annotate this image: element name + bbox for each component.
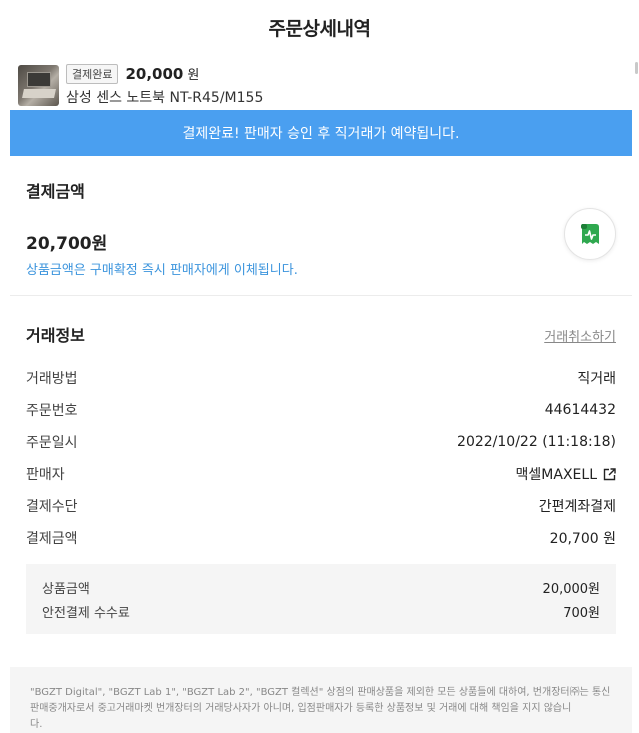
- deal-row-seller: 판매자 맥셀MAXELL: [26, 464, 616, 484]
- payment-title: 결제금액: [26, 182, 85, 201]
- deal-row-label: 주문일시: [26, 435, 78, 451]
- deal-row-pay-method: 결제수단 간편계좌결제: [26, 496, 616, 516]
- payment-note: 상품금액은 구매확정 즉시 판매자에게 이체됩니다.: [26, 263, 298, 278]
- status-banner: 결제완료! 판매자 승인 후 직거래가 예약됩니다.: [10, 110, 632, 156]
- deal-row-order-date: 주문일시 2022/10/22 (11:18:18): [26, 432, 616, 452]
- page-title: 주문상세내역: [268, 17, 371, 40]
- seller-link[interactable]: 맥셀MAXELL: [516, 464, 616, 484]
- payment-amount: 20,700원: [26, 234, 108, 254]
- deal-row-value: 간편계좌결제: [538, 499, 616, 515]
- deal-row-value: 44614432: [544, 402, 616, 418]
- deal-row-label: 거래방법: [26, 371, 78, 387]
- payment-section: 결제금액 20,700원 상품금액은 구매확정 즉시 판매자에게 이체됩니다.: [10, 156, 632, 296]
- deal-row-value: 20,700 원: [549, 531, 616, 547]
- deal-row-pay-amount: 결제금액 20,700 원: [26, 528, 616, 548]
- status-banner-text: 결제완료! 판매자 승인 후 직거래가 예약됩니다.: [182, 126, 460, 142]
- deal-row-label: 결제수단: [26, 499, 78, 515]
- status-badge: 결제완료: [66, 63, 119, 84]
- deal-row-label: 결제금액: [26, 531, 78, 547]
- fee-breakdown: 상품금액 20,000원 안전결제 수수료 700원: [26, 564, 616, 634]
- deal-row-method: 거래방법 직거래: [26, 368, 616, 388]
- disclaimer-line: 판매중개자로서 중고거래마켓 번개장터의 거래당사자가 아니며, 입점판매자가 …: [30, 703, 572, 714]
- cancel-deal-link[interactable]: 거래취소하기: [544, 326, 616, 345]
- product-summary[interactable]: 결제완료 20,000 원 삼성 센스 노트북 NT-R45/M155: [0, 54, 639, 110]
- deal-info-title: 거래정보: [26, 326, 85, 345]
- deal-row-order-number: 주문번호 44614432: [26, 400, 616, 420]
- fee-row-value: 700원: [563, 606, 600, 621]
- fee-row-value: 20,000원: [542, 582, 600, 597]
- deal-row-value: 직거래: [577, 371, 616, 387]
- disclaimer-line: 다.: [30, 719, 43, 730]
- fee-row-product: 상품금액 20,000원: [42, 578, 600, 597]
- page-header: 주문상세내역: [0, 0, 639, 54]
- scrollbar[interactable]: [633, 0, 639, 733]
- deal-row-label: 판매자: [26, 467, 65, 483]
- scrollbar-thumb[interactable]: [635, 62, 638, 74]
- product-price-unit: 원: [187, 68, 200, 83]
- fee-row-label: 안전결제 수수료: [42, 606, 130, 621]
- deal-info-section: 거래정보 거래취소하기 거래방법 직거래 주문번호 44614432 주문일시 …: [10, 296, 632, 656]
- seller-name[interactable]: 맥셀MAXELL: [516, 464, 597, 484]
- disclaimer-line: "BGZT Digital", "BGZT Lab 1", "BGZT Lab …: [30, 687, 611, 698]
- deal-row-label: 주문번호: [26, 403, 78, 419]
- receipt-icon: [581, 224, 599, 244]
- product-name: 삼성 센스 노트북 NT-R45/M155: [66, 89, 264, 106]
- product-info: 결제완료 20,000 원 삼성 센스 노트북 NT-R45/M155: [66, 63, 264, 107]
- fee-row-safe-pay: 안전결제 수수료 700원: [42, 602, 600, 621]
- receipt-button[interactable]: [564, 208, 616, 260]
- external-link-icon[interactable]: [603, 467, 616, 481]
- product-price: 20,000: [125, 64, 184, 83]
- deal-row-value: 2022/10/22 (11:18:18): [457, 434, 616, 450]
- product-thumbnail: [18, 64, 59, 106]
- fee-row-label: 상품금액: [42, 582, 90, 597]
- disclaimer-box: "BGZT Digital", "BGZT Lab 1", "BGZT Lab …: [10, 667, 632, 733]
